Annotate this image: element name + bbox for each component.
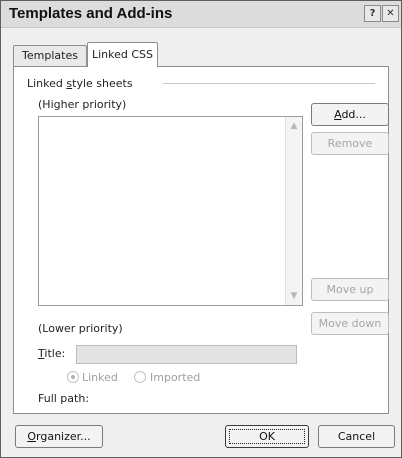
move-up-button[interactable]: Move up [311,278,389,301]
ok-focus-rect: OK [229,429,305,444]
tab-linked-css[interactable]: Linked CSS [87,42,158,67]
style-sheets-list[interactable]: ▲ ▼ [38,116,303,306]
full-path-label: Full path: [38,392,90,405]
higher-priority-label: (Higher priority) [38,98,127,111]
linked-radio-label: Linked [82,371,118,384]
move-down-button[interactable]: Move down [311,312,389,335]
tab-templates[interactable]: Templates [13,45,87,66]
radio-selected-dot [71,375,75,379]
dialog-title: Templates and Add-ins [9,5,173,22]
scroll-down-icon[interactable]: ▼ [286,288,302,304]
title-field-label: Title: [38,347,66,360]
lower-priority-label: (Lower priority) [38,322,123,335]
list-scrollbar[interactable]: ▲ ▼ [285,117,302,305]
title-input[interactable] [76,345,297,364]
imported-radio[interactable] [134,371,146,383]
ok-button[interactable]: OK [225,425,309,448]
group-divider [163,83,375,84]
remove-button[interactable]: Remove [311,132,389,155]
close-button[interactable]: ✕ [382,5,399,22]
scroll-up-icon[interactable]: ▲ [286,118,302,134]
linked-style-sheets-group-label: Linked style sheets [27,77,133,90]
add-button[interactable]: Add... [311,103,389,126]
linked-radio[interactable] [67,371,79,383]
title-bar: Templates and Add-ins ? ✕ [1,1,401,28]
cancel-button[interactable]: Cancel [318,425,395,448]
imported-radio-label: Imported [150,371,201,384]
dialog-window: Templates and Add-ins ? ✕ Templates Link… [0,0,402,458]
help-button[interactable]: ? [364,5,381,22]
organizer-button[interactable]: Organizer... [15,425,103,448]
